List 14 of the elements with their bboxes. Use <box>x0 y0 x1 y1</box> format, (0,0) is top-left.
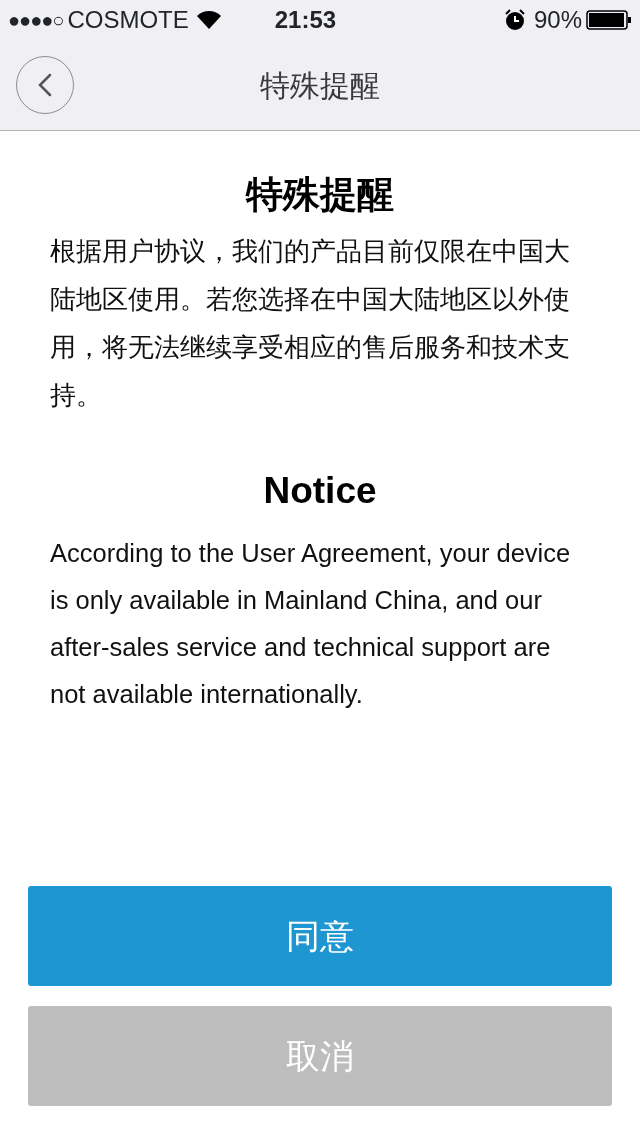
alarm-clock-icon <box>503 9 526 31</box>
cancel-button[interactable]: 取消 <box>28 1006 612 1106</box>
wifi-icon <box>196 11 221 29</box>
carrier-name: COSMOTE <box>67 5 189 35</box>
agree-button[interactable]: 同意 <box>28 886 612 986</box>
page-title: 特殊提醒 <box>260 67 380 104</box>
notice-paragraph: According to the User Agreement, your device is only available in Mainland China, and our after-sales service and technical support are not available internationally. <box>49 537 572 710</box>
battery-icon <box>586 10 632 30</box>
signal-strength: ●●●●○ <box>8 8 64 33</box>
notice-paragraph: 根据用户协议，我们的产品目前仅限在中国大陆地区使用。若您选择在中国大陆地区以外使用，将无法继续享受相应的售后服务和技术支持。 <box>49 235 571 413</box>
battery-percentage: 90% <box>533 5 582 35</box>
section-heading: Notice <box>262 469 378 514</box>
section-heading: 特殊提醒 <box>244 173 395 217</box>
status-time: 21:53 <box>274 5 337 35</box>
